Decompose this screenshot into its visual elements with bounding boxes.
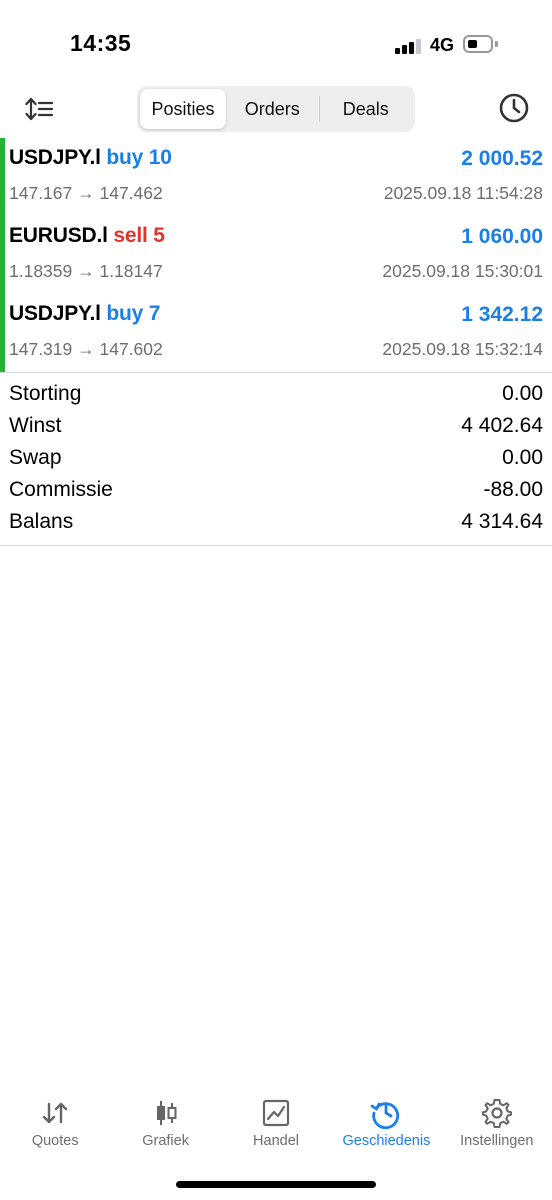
deal-profit: 1 060.00 <box>461 225 543 248</box>
summary-value: 0.00 <box>502 382 543 405</box>
summary-row-commissie: Commissie -88.00 <box>0 476 552 508</box>
summary-label: Storting <box>9 382 82 405</box>
summary-label: Balans <box>9 510 74 533</box>
deal-prices: 147.319 → 147.602 <box>9 339 163 359</box>
home-indicator <box>176 1181 376 1188</box>
deal-list: USDJPY.l buy 10 2 000.52 147.167 → 147.4… <box>0 138 552 372</box>
tab-label: Instellingen <box>460 1133 534 1149</box>
tab-quotes[interactable]: Quotes <box>0 1088 110 1168</box>
summary-top-divider <box>0 372 552 373</box>
sort-icon[interactable] <box>22 92 56 126</box>
deal-symbol: USDJPY.l buy 10 <box>9 146 172 170</box>
tab-label: Geschiedenis <box>342 1133 431 1149</box>
summary-value: -88.00 <box>483 478 543 501</box>
signal-icon <box>395 38 423 54</box>
tab-grafiek[interactable]: Grafiek <box>110 1088 220 1168</box>
gear-icon <box>481 1099 512 1128</box>
tab-geschiedenis[interactable]: Geschiedenis <box>331 1088 441 1168</box>
deal-symbol: USDJPY.l buy 7 <box>9 302 160 326</box>
deal-time: 2025.09.18 15:30:01 <box>382 261 543 281</box>
tab-orders[interactable]: Orders <box>226 89 319 129</box>
deal-symbol-name: USDJPY.l <box>9 302 101 325</box>
deal-side: buy 7 <box>106 302 161 325</box>
candlestick-icon <box>156 1101 177 1125</box>
position-bar <box>0 216 5 294</box>
network-label: 4G <box>430 35 455 55</box>
status-time: 14:35 <box>70 30 132 56</box>
summary-label: Commissie <box>9 478 113 501</box>
deal-profit: 1 342.12 <box>461 303 543 326</box>
deal-symbol: EURUSD.l sell 5 <box>9 224 165 248</box>
battery-tip <box>495 41 498 47</box>
deal-row[interactable]: USDJPY.l buy 10 2 000.52 147.167 → 147.4… <box>0 138 552 216</box>
arrows-updown-icon <box>43 1102 68 1124</box>
summary-label: Swap <box>9 446 62 469</box>
tab-deals[interactable]: Deals <box>320 89 413 129</box>
clock-icon[interactable] <box>496 90 532 126</box>
summary-value: 0.00 <box>502 446 543 469</box>
deal-prices: 1.18359 → 1.18147 <box>9 261 163 281</box>
status-bar: 14:35 4G <box>0 0 552 80</box>
segmented-control: Posities Orders Deals <box>137 86 415 132</box>
summary-row-winst: Winst 4 402.64 <box>0 412 552 444</box>
summary-row-balans: Balans 4 314.64 <box>0 508 552 540</box>
tab-instellingen[interactable]: Instellingen <box>442 1088 552 1168</box>
deal-time: 2025.09.18 15:32:14 <box>382 339 543 359</box>
summary-value: 4 314.64 <box>461 510 543 533</box>
deal-time: 2025.09.18 11:54:28 <box>383 183 543 203</box>
tab-label: Grafiek <box>142 1133 189 1149</box>
deal-side: buy 10 <box>106 146 172 169</box>
tab-label: Handel <box>253 1133 299 1149</box>
position-bar <box>0 294 5 372</box>
deal-symbol-name: USDJPY.l <box>9 146 101 169</box>
tab-posities[interactable]: Posities <box>140 89 226 129</box>
summary-label: Winst <box>9 414 62 437</box>
deal-symbol-name: EURUSD.l <box>9 224 108 247</box>
deal-profit: 2 000.52 <box>461 147 543 170</box>
deal-side: sell 5 <box>113 224 165 247</box>
deal-row[interactable]: USDJPY.l buy 7 1 342.12 147.319 → 147.60… <box>0 294 552 372</box>
toolbar: Posities Orders Deals <box>0 82 552 136</box>
trade-chart-icon <box>262 1099 290 1127</box>
tab-handel[interactable]: Handel <box>221 1088 331 1168</box>
tab-label: Quotes <box>31 1133 79 1149</box>
deal-prices: 147.167 → 147.462 <box>9 183 163 203</box>
battery-icon <box>463 35 493 53</box>
summary-row-storting: Storting 0.00 <box>0 380 552 412</box>
position-bar <box>0 138 5 216</box>
summary-value: 4 402.64 <box>461 414 543 437</box>
summary-bottom-divider <box>0 545 552 546</box>
deal-row[interactable]: EURUSD.l sell 5 1 060.00 1.18359 → 1.181… <box>0 216 552 294</box>
summary-row-swap: Swap 0.00 <box>0 444 552 476</box>
bottom-tab-bar: Quotes Grafiek Handel Geschiedenis Inste… <box>0 1088 552 1168</box>
summary-section: Storting 0.00 Winst 4 402.64 Swap 0.00 C… <box>0 380 552 540</box>
history-icon <box>371 1102 400 1130</box>
